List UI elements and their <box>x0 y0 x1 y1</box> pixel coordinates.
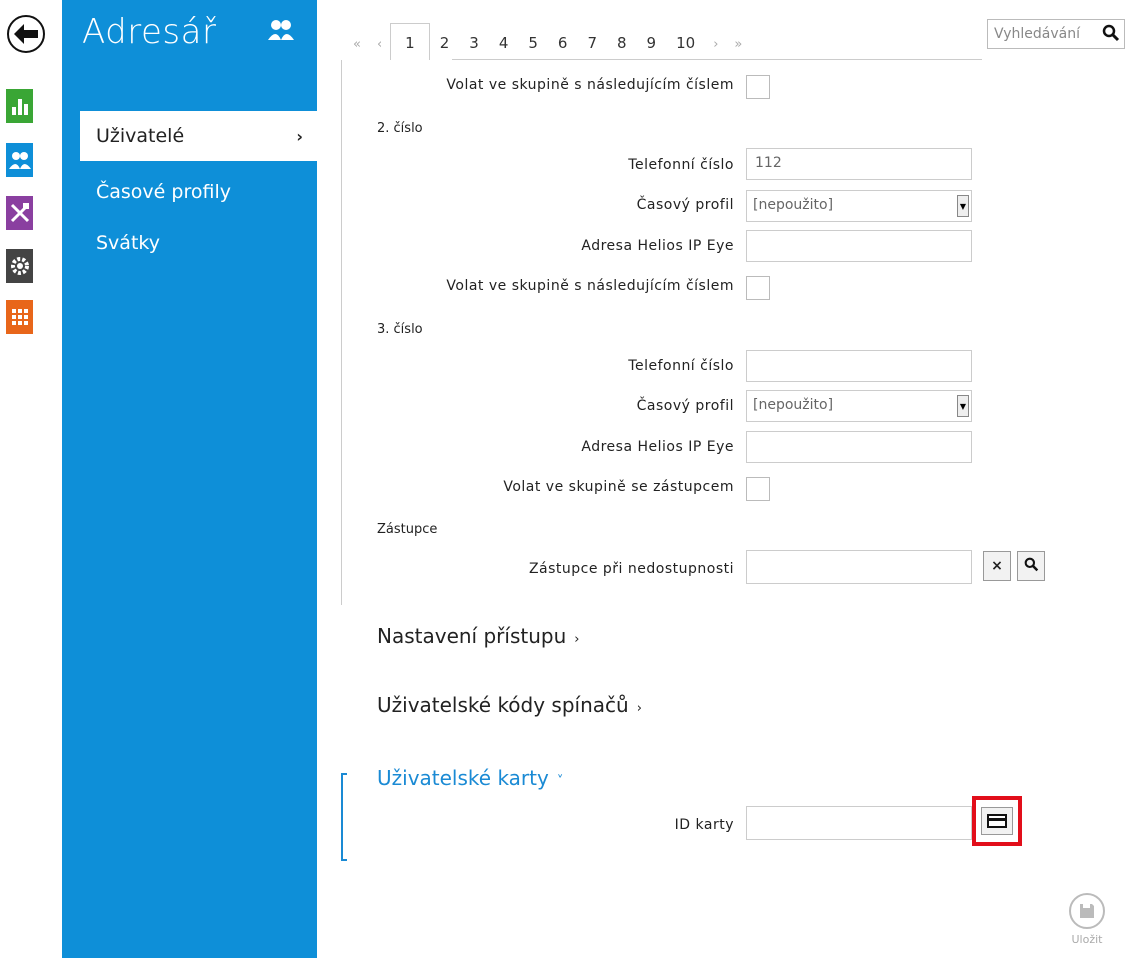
sidebar-item-time-profiles[interactable]: Časové profily <box>62 167 317 217</box>
floppy-icon <box>1069 893 1105 929</box>
deputy-label: Zástupce při nedostupnosti <box>528 561 734 577</box>
sidebar-title: Adresář <box>82 12 217 52</box>
sidebar-item-label: Časové profily <box>96 181 231 203</box>
card-id-label: ID karty <box>674 817 734 833</box>
pager-prev[interactable]: ‹ <box>369 37 390 60</box>
number3-profile-value: [nepoužito] <box>753 397 834 413</box>
access-settings-title: Nastavení přístupu <box>377 624 567 648</box>
pager-page-4[interactable]: 4 <box>489 34 519 60</box>
card-icon <box>981 807 1013 835</box>
number2-eye-field[interactable] <box>746 230 972 262</box>
search-input[interactable]: Vyhledávání <box>987 19 1125 49</box>
switch-codes-section[interactable]: Uživatelské kódy spínačů › <box>377 693 642 717</box>
sidebar-item-label: Uživatelé <box>96 125 185 147</box>
number2-group-checkbox[interactable] <box>746 276 770 300</box>
access-settings-section[interactable]: Nastavení přístupu › <box>377 624 579 648</box>
chevron-right-icon: › <box>574 632 580 647</box>
pager-page-6[interactable]: 6 <box>548 34 578 60</box>
search-icon[interactable] <box>1102 24 1120 46</box>
number2-phone-label: Telefonní číslo <box>628 157 734 173</box>
form-frame <box>341 60 342 605</box>
hardware-icon[interactable] <box>6 196 33 230</box>
pager-next[interactable]: › <box>705 37 726 60</box>
deputy-heading: Zástupce <box>377 522 438 537</box>
pager-page-8[interactable]: 8 <box>607 34 637 60</box>
number3-eye-label: Adresa Helios IP Eye <box>581 439 734 455</box>
number2-profile-label: Časový profil <box>636 197 734 213</box>
group-call-next-checkbox[interactable] <box>746 75 770 99</box>
number3-profile-label: Časový profil <box>636 398 734 414</box>
deputy-field[interactable] <box>746 550 972 584</box>
back-icon[interactable] <box>7 15 45 53</box>
chevron-down-icon: ▼ <box>957 195 969 217</box>
chevron-right-icon: › <box>636 701 642 716</box>
switch-codes-title: Uživatelské kódy spínačů <box>377 693 629 717</box>
services-icon[interactable] <box>6 249 33 283</box>
number3-group-label: Volat ve skupině se zástupcem <box>503 479 734 495</box>
clear-button[interactable]: × <box>983 551 1011 581</box>
pager-page-1[interactable]: 1 <box>390 23 430 60</box>
users-icon <box>267 18 295 46</box>
icon-rail <box>0 0 62 958</box>
number3-eye-field[interactable] <box>746 431 972 463</box>
number2-heading: 2. číslo <box>377 121 423 136</box>
pager-page-5[interactable]: 5 <box>518 34 548 60</box>
group-call-next-label: Volat ve skupině s následujícím číslem <box>446 77 734 93</box>
sidebar: Adresář Uživatelé › Časové profily Svátk… <box>62 0 317 958</box>
pager-last[interactable]: » <box>726 37 750 60</box>
pager-page-2[interactable]: 2 <box>430 34 460 60</box>
cards-section-bracket <box>341 773 347 861</box>
status-icon[interactable] <box>6 89 33 123</box>
system-icon[interactable] <box>6 300 33 334</box>
pager-page-10[interactable]: 10 <box>666 34 705 60</box>
number3-group-checkbox[interactable] <box>746 477 770 501</box>
sidebar-item-users[interactable]: Uživatelé › <box>80 111 317 161</box>
close-icon: × <box>991 558 1003 574</box>
user-cards-section[interactable]: Uživatelské karty ˅ <box>377 766 563 790</box>
pager-page-7[interactable]: 7 <box>577 34 607 60</box>
save-label: Uložit <box>1071 933 1103 946</box>
number2-profile-value: [nepoužito] <box>753 197 834 213</box>
pager-page-9[interactable]: 9 <box>637 34 667 60</box>
sidebar-item-label: Svátky <box>96 232 160 254</box>
pager-page-3[interactable]: 3 <box>459 34 489 60</box>
pager-divider <box>452 59 982 60</box>
pagination: « ‹ 1 2 3 4 5 6 7 8 9 10 › » <box>345 20 750 60</box>
search-placeholder: Vyhledávání <box>994 26 1080 42</box>
card-id-field[interactable] <box>746 806 972 840</box>
search-icon <box>1024 557 1039 576</box>
number3-phone-field[interactable] <box>746 350 972 382</box>
number2-group-label: Volat ve skupině s následujícím číslem <box>446 278 734 294</box>
deputy-search-button[interactable] <box>1017 551 1045 581</box>
chevron-down-icon: ˅ <box>556 774 564 789</box>
number3-heading: 3. číslo <box>377 322 423 337</box>
number2-profile-select[interactable]: [nepoužito] ▼ <box>746 190 972 222</box>
number2-phone-field[interactable]: 112 <box>746 148 972 180</box>
sidebar-item-holidays[interactable]: Svátky <box>62 218 317 268</box>
user-cards-title: Uživatelské karty <box>377 766 549 790</box>
number2-eye-label: Adresa Helios IP Eye <box>581 238 734 254</box>
directory-icon[interactable] <box>6 143 33 177</box>
chevron-right-icon: › <box>296 126 303 146</box>
card-reader-button[interactable] <box>972 796 1022 846</box>
save-button[interactable]: Uložit <box>1063 893 1111 958</box>
number3-profile-select[interactable]: [nepoužito] ▼ <box>746 390 972 422</box>
number3-phone-label: Telefonní číslo <box>628 358 734 374</box>
chevron-down-icon: ▼ <box>957 395 969 417</box>
pager-first[interactable]: « <box>345 37 369 60</box>
